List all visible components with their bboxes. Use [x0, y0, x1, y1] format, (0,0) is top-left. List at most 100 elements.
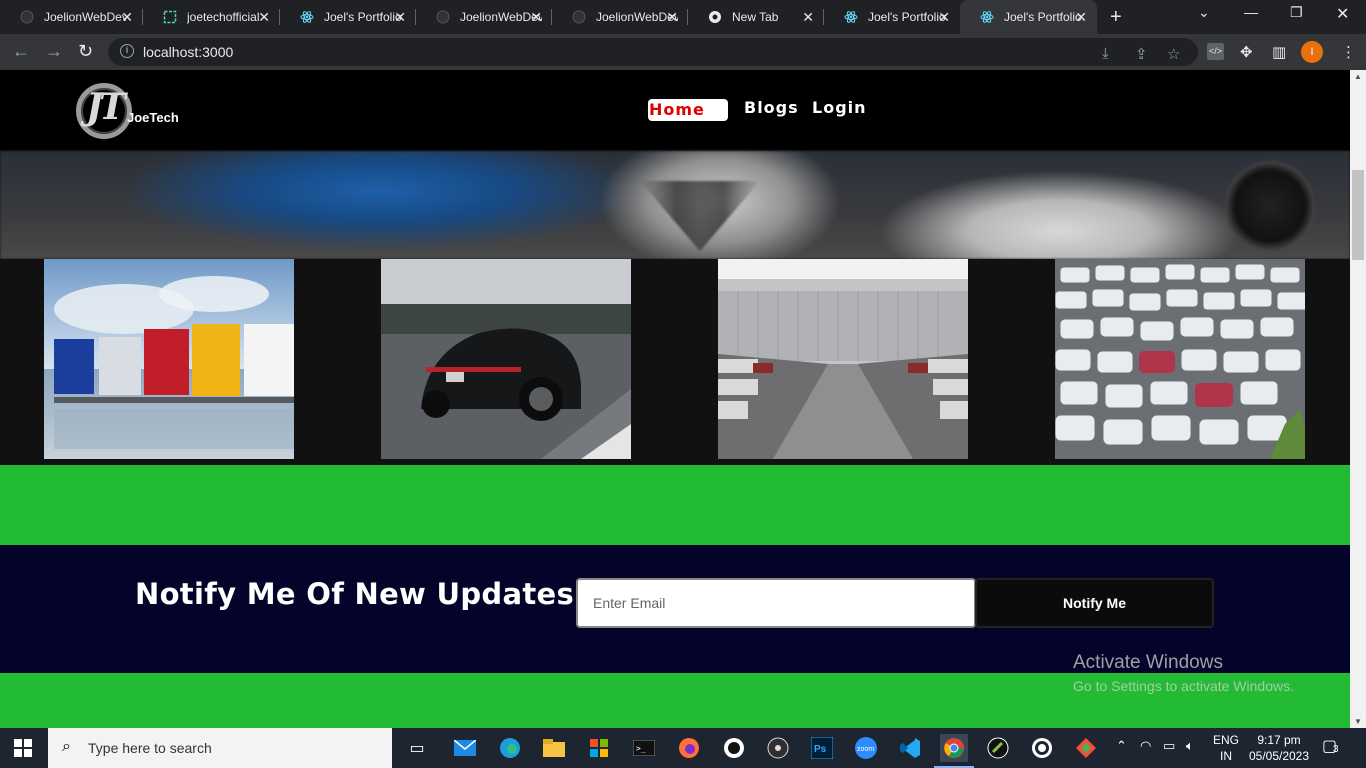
network-icon[interactable]: ◠	[1140, 738, 1151, 754]
browser-tab-strip: JoelionWebDev ✕ joetechofficial ✕ Joel's…	[0, 0, 1366, 34]
search-icon: ⌕	[62, 738, 71, 755]
watermark-title: Activate Windows	[1073, 652, 1223, 673]
share-icon[interactable]: ⇪	[1135, 45, 1148, 63]
browser-tab[interactable]: JoelionWebDev ✕	[552, 0, 688, 34]
car-grille-shape	[640, 181, 760, 251]
image-gallery	[0, 259, 1350, 465]
tray-chevron-icon[interactable]: ⌃	[1116, 738, 1127, 754]
whatsapp-icon[interactable]	[1028, 734, 1056, 762]
nav-login-link[interactable]: Login	[812, 98, 867, 117]
react-icon	[300, 10, 314, 24]
scrollbar-thumb[interactable]	[1352, 170, 1364, 260]
back-button[interactable]: ←	[12, 42, 30, 60]
profile-avatar[interactable]: I	[1301, 41, 1323, 63]
close-icon[interactable]: ✕	[530, 9, 542, 26]
activate-windows-watermark: Activate Windows Go to Settings to activ…	[1073, 652, 1294, 694]
newsletter-heading: Notify Me Of New Updates	[135, 577, 575, 611]
windows-start-icon[interactable]	[14, 739, 32, 757]
gallery-image-car-lot	[718, 259, 968, 459]
terminal-icon[interactable]: >_	[630, 734, 658, 762]
photoshop-icon[interactable]: Ps	[808, 734, 836, 762]
notify-me-button[interactable]: Notify Me	[975, 578, 1214, 628]
browser-tab[interactable]: JoelionWebDev ✕	[0, 0, 143, 34]
close-icon[interactable]: ✕	[394, 9, 406, 26]
extensions-puzzle-icon[interactable]: ✥	[1240, 43, 1253, 61]
language-code: ENG	[1213, 733, 1240, 747]
react-icon	[844, 10, 858, 24]
browser-tab[interactable]: joetechofficial ✕	[143, 0, 280, 34]
email-input[interactable]	[576, 578, 976, 628]
site-header: JT JoeTech Home Blogs Login	[0, 70, 1350, 151]
firefox-icon[interactable]	[675, 734, 703, 762]
logo-name: JoeTech	[127, 110, 179, 125]
close-icon[interactable]: ✕	[938, 9, 950, 26]
close-icon[interactable]: ✕	[121, 9, 133, 26]
scroll-up-arrow-icon[interactable]: ▲	[1354, 72, 1362, 81]
zoom-icon[interactable]: zoom	[852, 734, 880, 762]
menu-kebab-icon[interactable]: ⋮	[1341, 43, 1356, 61]
close-icon[interactable]: ✕	[666, 9, 678, 26]
taskbar-search-box[interactable]: ⌕ Type here to search	[48, 728, 392, 768]
battery-icon[interactable]: ▭	[1163, 738, 1175, 754]
clock-time: 9:17 pm	[1257, 733, 1301, 747]
browser-tab[interactable]: JoelionWebDev ✕	[416, 0, 552, 34]
language-indicator[interactable]: ENG IN	[1213, 732, 1239, 764]
close-icon[interactable]: ✕	[258, 9, 270, 26]
volume-icon[interactable]: 🔈︎	[1186, 738, 1194, 754]
svg-text:>_: >_	[636, 744, 646, 753]
scroll-down-arrow-icon[interactable]: ▼	[1354, 717, 1362, 726]
nav-blogs-link[interactable]: Blogs	[744, 98, 799, 117]
gallery-image-sports-car	[381, 259, 631, 459]
notification-count: 3	[1333, 744, 1339, 755]
reload-button[interactable]: ↻	[78, 42, 93, 60]
vscode-icon[interactable]	[896, 734, 924, 762]
notification-center-icon[interactable]: ▢ 3	[1322, 736, 1339, 756]
camera-app-icon[interactable]	[720, 734, 748, 762]
chrome-taskbar-icon[interactable]	[934, 734, 974, 768]
url-text: localhost:3000	[143, 44, 234, 60]
mail-icon[interactable]	[451, 734, 479, 762]
file-explorer-icon[interactable]	[540, 734, 568, 762]
page-scrollbar[interactable]: ▲ ▼	[1350, 70, 1366, 728]
svg-text:zoom: zoom	[857, 746, 874, 753]
extension-devtools-icon[interactable]: </>	[1207, 43, 1224, 60]
new-tab-button[interactable]: +	[1110, 6, 1122, 29]
restore-button[interactable]: ❐	[1290, 4, 1303, 21]
browser-tab[interactable]: Joel's Portfolio ✕	[280, 0, 416, 34]
react-icon	[980, 10, 994, 24]
github-icon	[572, 10, 586, 24]
close-icon[interactable]: ✕	[802, 9, 814, 26]
close-icon[interactable]: ✕	[1075, 9, 1087, 26]
side-panel-icon[interactable]: ▥	[1272, 43, 1286, 61]
forward-button[interactable]: →	[45, 42, 63, 60]
bookmark-star-icon[interactable]: ☆	[1167, 45, 1180, 63]
tab-title: joetechofficial	[187, 10, 260, 24]
github-icon	[20, 10, 34, 24]
address-bar[interactable]: i localhost:3000 ⤓ ⇪ ☆	[108, 38, 1198, 66]
site-logo[interactable]: JT JoeTech	[72, 80, 192, 142]
tab-title: Joel's Portfolio	[1004, 10, 1082, 24]
install-app-icon[interactable]: ⤓	[1102, 45, 1109, 62]
edge-icon[interactable]	[496, 734, 524, 762]
codesandbox-icon	[163, 10, 177, 24]
task-view-icon[interactable]: ▭	[403, 734, 431, 762]
tab-search-chevron-icon[interactable]: ⌄	[1198, 4, 1210, 21]
site-info-icon[interactable]: i	[120, 44, 134, 58]
svg-text:Ps: Ps	[814, 744, 827, 755]
git-icon[interactable]	[1072, 734, 1100, 762]
browser-tab[interactable]: Joel's Portfolio ✕	[824, 0, 960, 34]
car-wheel-shape	[1225, 161, 1315, 251]
obs-icon[interactable]	[764, 734, 792, 762]
browser-toolbar: ← → ↻ i localhost:3000 ⤓ ⇪ ☆ </> ✥ ▥ I ⋮	[0, 34, 1366, 70]
tab-title: JoelionWebDev	[44, 10, 126, 24]
watermark-subtitle: Go to Settings to activate Windows.	[1073, 678, 1294, 694]
window-close-button[interactable]: ✕	[1336, 4, 1349, 24]
browser-tab-active[interactable]: Joel's Portfolio ✕	[960, 0, 1097, 34]
nav-home-link[interactable]: Home	[648, 99, 728, 121]
taskbar-clock[interactable]: 9:17 pm 05/05/2023	[1246, 732, 1312, 764]
minimize-button[interactable]: —	[1244, 4, 1258, 20]
store-icon[interactable]	[585, 734, 613, 762]
inkscape-icon[interactable]	[984, 734, 1012, 762]
search-placeholder: Type here to search	[88, 740, 212, 756]
browser-tab[interactable]: New Tab ✕	[688, 0, 824, 34]
